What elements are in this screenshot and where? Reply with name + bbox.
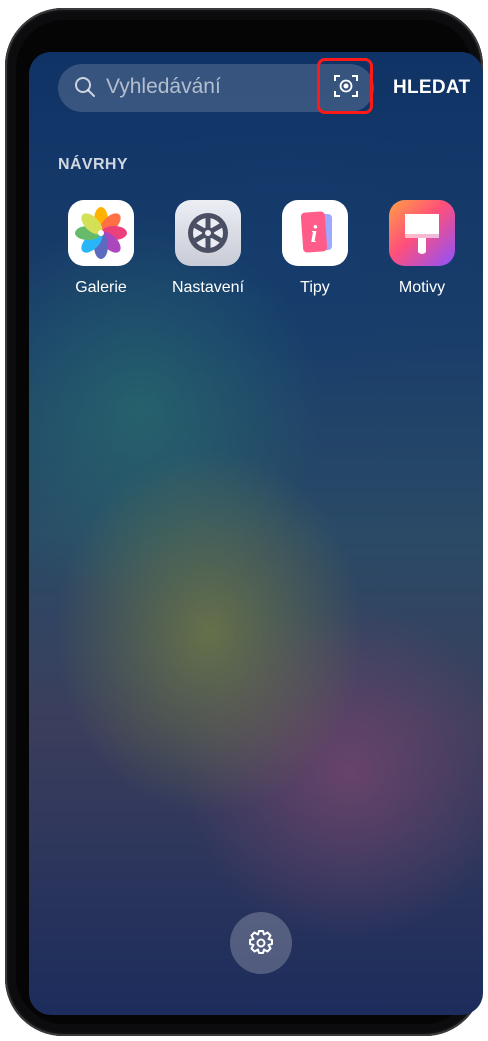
- settings-app-icon: [175, 200, 241, 266]
- visual-search-button[interactable]: [317, 58, 373, 114]
- app-label: Nastavení: [171, 279, 245, 296]
- app-label: Motivy: [398, 279, 446, 296]
- search-submit-button[interactable]: HLEDAT: [393, 77, 470, 99]
- search-icon: [74, 76, 96, 98]
- tips-icon: i: [282, 200, 348, 266]
- scan-icon: [334, 75, 358, 97]
- svg-text:i: i: [311, 222, 318, 248]
- suggestions-title: NÁVRHY: [58, 156, 128, 173]
- phone-frame: Vyhledávání HLEDAT NÁVRHY Galerie Nastav…: [5, 8, 483, 1036]
- app-gallery[interactable]: Galerie: [51, 200, 151, 297]
- app-themes[interactable]: Motivy: [372, 200, 472, 297]
- app-settings[interactable]: Nastavení: [158, 200, 258, 297]
- gallery-icon: [68, 200, 134, 266]
- search-placeholder: Vyhledávání: [106, 75, 221, 98]
- search-settings-button[interactable]: [230, 912, 292, 974]
- themes-icon: [389, 200, 455, 266]
- app-tips[interactable]: i Tipy: [265, 200, 365, 297]
- app-label: Tipy: [300, 279, 330, 296]
- search-screen: Vyhledávání HLEDAT NÁVRHY Galerie Nastav…: [29, 52, 483, 1015]
- app-label: Galerie: [75, 279, 127, 296]
- gear-icon: [249, 930, 273, 954]
